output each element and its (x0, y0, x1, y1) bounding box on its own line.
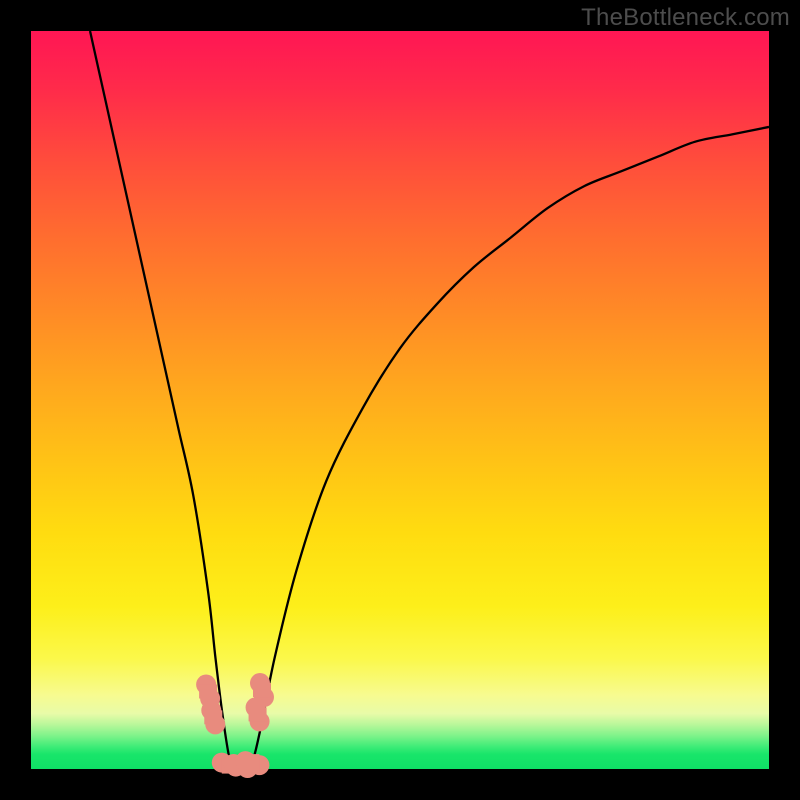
marker-layer (196, 673, 274, 778)
chart-svg (31, 31, 769, 769)
attribution-text: TheBottleneck.com (581, 4, 790, 32)
bottleneck-curve (90, 31, 769, 770)
plot-area (31, 31, 769, 769)
outer-frame: TheBottleneck.com (0, 0, 800, 800)
